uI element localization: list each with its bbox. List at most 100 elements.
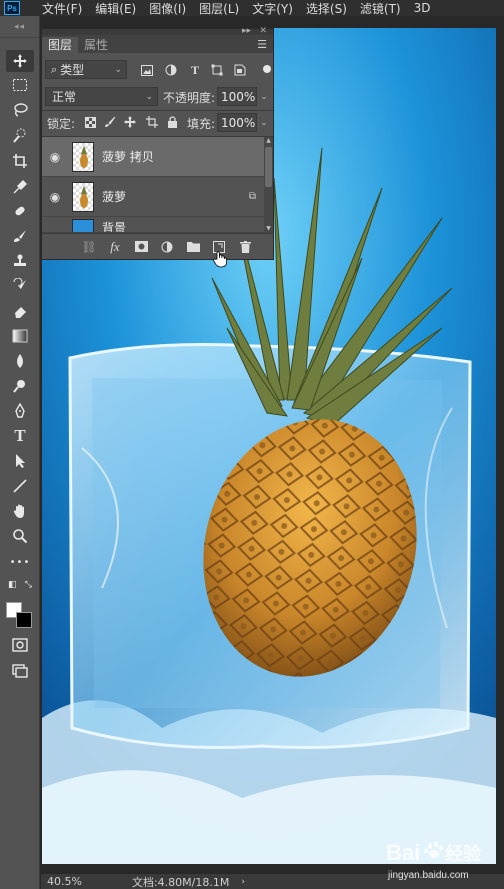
layer-row-pineapple[interactable]: ◉ 菠萝 ⧉ <box>42 177 264 217</box>
layers-bottom-toolbar: ⛓ fx <box>42 233 273 259</box>
fill-input[interactable]: 100% <box>217 113 257 132</box>
layer-name[interactable]: 背景 <box>102 219 126 232</box>
hand-pointer-cursor-icon <box>213 251 227 269</box>
layer-name[interactable]: 菠萝 拷贝 <box>102 148 154 165</box>
menu-file[interactable]: 文件(F) <box>42 0 82 17</box>
healing-brush-tool-icon[interactable] <box>6 200 34 222</box>
baidu-logo: Bai 经验 jingyan.baidu.com <box>386 840 482 881</box>
toolbox: ◂◂ T ••• ◧ ⤡ <box>0 16 40 889</box>
scroll-down-icon[interactable]: ▼ <box>264 225 273 233</box>
menu-layer[interactable]: 图层(L) <box>199 0 239 17</box>
new-group-icon[interactable] <box>180 236 206 258</box>
opacity-label: 不透明度: <box>163 91 216 105</box>
move-tool-icon[interactable] <box>6 50 34 72</box>
default-colors-icon[interactable]: ◧ <box>8 580 17 590</box>
layer-thumbnail <box>72 181 94 212</box>
menu-edit[interactable]: 编辑(E) <box>95 0 136 17</box>
menu-type[interactable]: 文字(Y) <box>252 0 293 17</box>
adjustment-filter-icon[interactable] <box>163 62 179 78</box>
line-tool-icon[interactable] <box>6 475 34 497</box>
opacity-input[interactable]: 100% <box>217 87 257 106</box>
panel-menu-icon[interactable]: ☰ <box>257 38 267 51</box>
scroll-up-icon[interactable]: ▲ <box>264 137 273 145</box>
menu-3d[interactable]: 3D <box>414 1 431 15</box>
status-arrow-icon[interactable]: › <box>241 877 245 887</box>
document-info: 文档:4.80M/18.1M <box>131 875 230 889</box>
opacity-chevron-icon[interactable]: ⌄ <box>257 87 271 106</box>
lock-label: 锁定: <box>47 117 76 131</box>
clone-stamp-tool-icon[interactable] <box>6 250 34 272</box>
path-select-tool-icon[interactable] <box>6 450 34 472</box>
lock-all-icon[interactable] <box>165 115 179 129</box>
blend-mode-dropdown[interactable]: 正常 ⌄ <box>45 87 158 106</box>
fill-label: 填充: <box>187 117 216 131</box>
zoom-tool-icon[interactable] <box>6 525 34 547</box>
swap-arrow-icon[interactable]: ⤡ <box>25 580 32 590</box>
lock-position-icon[interactable] <box>123 115 137 129</box>
lasso-tool-icon[interactable] <box>6 99 34 121</box>
pen-tool-icon[interactable] <box>6 400 34 422</box>
image-filter-icon[interactable] <box>139 62 155 78</box>
panel-tabs: 图层 属性 ☰ <box>42 35 273 53</box>
eyedropper-tool-icon[interactable] <box>6 176 34 198</box>
menu-filter[interactable]: 滤镜(T) <box>360 0 401 17</box>
delete-layer-icon[interactable] <box>232 236 258 258</box>
chevron-down-icon: ⌄ <box>145 91 153 102</box>
lock-pixels-icon[interactable] <box>103 115 117 129</box>
svg-text:Bai: Bai <box>386 840 420 865</box>
history-brush-tool-icon[interactable] <box>6 275 34 297</box>
tab-properties[interactable]: 属性 <box>78 37 114 53</box>
menu-bar: Ps 文件(F) 编辑(E) 图像(I) 图层(L) 文字(Y) 选择(S) 滤… <box>0 0 504 16</box>
dodge-tool-icon[interactable] <box>6 375 34 397</box>
zoom-level[interactable]: 40.5% <box>47 875 82 888</box>
search-icon: ⌕ <box>51 62 58 76</box>
add-mask-icon[interactable] <box>128 236 154 258</box>
type-filter-icon[interactable]: T <box>187 62 203 78</box>
baidu-jingyan-watermark: Bai 经验 jingyan.baidu.com <box>384 832 496 882</box>
layer-row-pineapple-copy[interactable]: ◉ 菠萝 拷贝 <box>42 137 264 177</box>
fx-icon[interactable]: fx <box>102 236 128 258</box>
layer-filter-dropdown[interactable]: ⌕ 类型 ⌄ <box>45 60 127 79</box>
smart-object-filter-icon[interactable] <box>232 62 248 78</box>
type-tool-icon[interactable]: T <box>6 425 34 447</box>
adjustment-layer-icon[interactable] <box>154 236 180 258</box>
layers-panel: ▸▸ ✕ 图层 属性 ☰ ⌕ 类型 ⌄ T 正常 ⌄ 不透明度: 100% ⌄ … <box>41 26 274 260</box>
tab-layers[interactable]: 图层 <box>42 37 79 53</box>
lock-transparent-icon[interactable] <box>83 115 97 129</box>
brush-tool-icon[interactable] <box>6 225 34 247</box>
swap-colors-icon[interactable]: ◧ ⤡ <box>6 578 34 592</box>
layer-row-background[interactable]: 背景 <box>42 217 264 233</box>
svg-text:经验: 经验 <box>445 843 482 864</box>
divider <box>42 110 273 111</box>
scrollbar-thumb[interactable] <box>265 147 272 187</box>
background-color-swatch[interactable] <box>16 612 32 628</box>
crop-tool-icon[interactable] <box>6 150 34 172</box>
hand-tool-icon[interactable] <box>6 500 34 522</box>
gradient-tool-icon[interactable] <box>6 325 34 347</box>
link-layers-icon[interactable]: ⛓ <box>76 236 102 258</box>
filter-toggle-switch[interactable] <box>263 65 271 73</box>
toolbox-grip[interactable]: ◂◂ <box>0 16 39 38</box>
quick-select-tool-icon[interactable] <box>6 124 34 146</box>
menu-select[interactable]: 选择(S) <box>306 0 347 17</box>
filter-kind-label: 类型 <box>60 63 85 77</box>
fill-chevron-icon[interactable]: ⌄ <box>257 113 271 132</box>
marquee-tool-icon[interactable] <box>6 74 34 96</box>
quick-mask-icon[interactable] <box>6 634 34 656</box>
layer-name[interactable]: 菠萝 <box>102 188 126 205</box>
smart-object-badge-icon: ⧉ <box>248 191 256 202</box>
layers-scrollbar[interactable]: ▲ ▼ <box>264 137 273 233</box>
more-tools-icon[interactable]: ••• <box>6 551 34 573</box>
svg-text:jingyan.baidu.com: jingyan.baidu.com <box>387 870 469 881</box>
eraser-tool-icon[interactable] <box>6 300 34 322</box>
blur-tool-icon[interactable] <box>6 350 34 372</box>
eye-visibility-icon[interactable]: ◉ <box>42 150 68 164</box>
blend-mode-value: 正常 <box>52 90 77 104</box>
photoshop-logo: Ps <box>4 1 20 15</box>
menu-image[interactable]: 图像(I) <box>149 0 186 17</box>
eye-visibility-icon[interactable]: ◉ <box>42 190 68 204</box>
shape-filter-icon[interactable] <box>209 62 225 78</box>
layer-thumbnail <box>72 219 94 232</box>
lock-artboard-icon[interactable] <box>145 115 159 129</box>
screen-mode-icon[interactable] <box>6 660 34 682</box>
